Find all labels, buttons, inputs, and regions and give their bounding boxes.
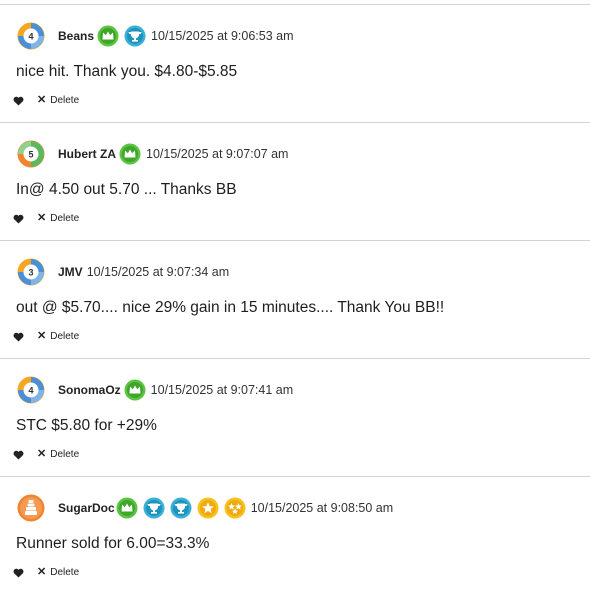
comment-item: 5 Hubert ZA 10/15/2025 at 9:07:07 am In@… — [0, 123, 590, 241]
delete-label: Delete — [50, 331, 80, 342]
close-icon: ✕ — [37, 94, 47, 106]
comment-header: 5 Hubert ZA 10/15/2025 at 9:07:07 am — [17, 139, 288, 169]
comment-actions: ✕ Delete — [13, 449, 79, 460]
comment-header: 3 JMV 10/15/2025 at 9:07:34 am — [17, 257, 229, 287]
comment-text: STC $5.80 for +29% — [16, 417, 157, 434]
avatar[interactable] — [17, 494, 45, 522]
crown-badge-icon — [97, 25, 119, 47]
delete-button[interactable]: ✕ Delete — [37, 448, 80, 461]
close-icon: ✕ — [37, 330, 47, 342]
delete-label: Delete — [50, 95, 80, 106]
comment-item: 4 SonomaOz 10/15/2025 at 9:07:41 am STC … — [0, 359, 590, 477]
comment-header: SugarDoc 10/15/2025 at 9:08:50 am — [17, 493, 393, 523]
username[interactable]: JMV — [58, 265, 83, 279]
svg-text:5: 5 — [28, 150, 33, 160]
svg-text:4: 4 — [28, 386, 33, 396]
username[interactable]: Beans — [58, 29, 94, 43]
username[interactable]: SugarDoc — [58, 501, 115, 515]
heart-icon[interactable] — [13, 96, 24, 106]
delete-label: Delete — [50, 567, 80, 578]
avatar[interactable]: 5 — [17, 140, 45, 168]
svg-text:4: 4 — [28, 32, 33, 42]
svg-text:3: 3 — [28, 268, 33, 278]
username[interactable]: SonomaOz — [58, 383, 121, 397]
heart-icon[interactable] — [13, 214, 24, 224]
badge-list — [116, 497, 251, 519]
stars-badge-icon — [224, 497, 246, 519]
avatar-level-icon: 4 — [17, 22, 45, 50]
timestamp: 10/15/2025 at 9:06:53 am — [151, 29, 294, 43]
timestamp: 10/15/2025 at 9:07:34 am — [86, 265, 230, 279]
username[interactable]: Hubert ZA — [58, 147, 116, 161]
avatar-level-icon: 5 — [17, 140, 45, 168]
avatar[interactable]: 4 — [17, 376, 45, 404]
comment-actions: ✕ Delete — [13, 95, 79, 106]
close-icon: ✕ — [37, 212, 47, 224]
timestamp: 10/15/2025 at 9:08:50 am — [250, 501, 394, 515]
delete-button[interactable]: ✕ Delete — [37, 94, 80, 107]
comment-item: 3 JMV 10/15/2025 at 9:07:34 am out @ $5.… — [0, 241, 590, 359]
delete-button[interactable]: ✕ Delete — [37, 330, 80, 343]
comment-text: out @ $5.70.... nice 29% gain in 15 minu… — [16, 299, 445, 316]
comment-item: SugarDoc 10/15/2025 at 9:08:50 am Runner… — [0, 477, 590, 595]
timestamp: 10/15/2025 at 9:07:41 am — [150, 383, 294, 397]
heart-icon[interactable] — [13, 568, 24, 578]
timestamp: 10/15/2025 at 9:07:07 am — [146, 147, 289, 161]
comment-text: nice hit. Thank you. $4.80-$5.85 — [16, 63, 238, 80]
delete-label: Delete — [50, 449, 80, 460]
comment-feed: 4 Beans 10/15/2025 at 9:06:53 am nice hi… — [0, 0, 590, 595]
delete-button[interactable]: ✕ Delete — [37, 212, 80, 225]
star-badge-icon — [197, 497, 219, 519]
heart-icon[interactable] — [13, 332, 24, 342]
comment-actions: ✕ Delete — [13, 331, 79, 342]
comment-actions: ✕ Delete — [13, 567, 79, 578]
delete-button[interactable]: ✕ Delete — [37, 566, 80, 579]
avatar-level-icon: 4 — [17, 376, 45, 404]
avatar[interactable]: 4 — [17, 22, 45, 50]
comment-text: Runner sold for 6.00=33.3% — [16, 535, 210, 552]
avatar-level-icon — [17, 494, 45, 522]
badge-list — [124, 379, 151, 401]
trophy-badge-icon — [143, 497, 165, 519]
close-icon: ✕ — [37, 448, 47, 460]
badge-list — [119, 143, 146, 165]
comment-header: 4 Beans 10/15/2025 at 9:06:53 am — [17, 21, 294, 51]
close-icon: ✕ — [37, 566, 47, 578]
heart-icon[interactable] — [13, 450, 24, 460]
avatar-level-icon: 3 — [17, 258, 45, 286]
comment-header: 4 SonomaOz 10/15/2025 at 9:07:41 am — [17, 375, 293, 405]
crown-badge-icon — [116, 497, 138, 519]
badge-list — [97, 25, 151, 47]
comment-item: 4 Beans 10/15/2025 at 9:06:53 am nice hi… — [0, 5, 590, 123]
comment-actions: ✕ Delete — [13, 213, 79, 224]
crown-badge-icon — [124, 379, 146, 401]
trophy-badge-icon — [170, 497, 192, 519]
avatar[interactable]: 3 — [17, 258, 45, 286]
comment-text: In@ 4.50 out 5.70 ... Thanks BB — [16, 181, 237, 198]
trophy-badge-icon — [124, 25, 146, 47]
delete-label: Delete — [50, 213, 80, 224]
crown-badge-icon — [119, 143, 141, 165]
